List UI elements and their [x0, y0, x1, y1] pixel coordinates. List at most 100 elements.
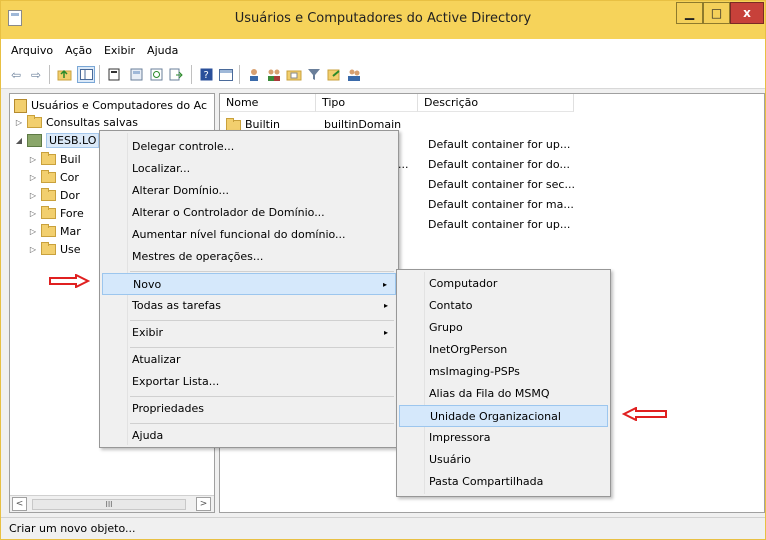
- annotation-arrow-right-icon: [49, 274, 90, 288]
- tree-item-label: Mar: [60, 225, 81, 238]
- submenu-item-computador[interactable]: Computador: [399, 273, 608, 295]
- collapse-icon[interactable]: ◢: [14, 136, 24, 145]
- horizontal-scrollbar[interactable]: < III >: [10, 495, 214, 512]
- menu-item-mestres-operacoes[interactable]: Mestres de operações...: [102, 246, 396, 268]
- tree-item-domain-controllers[interactable]: ▷ Dor: [28, 187, 80, 204]
- minimize-button[interactable]: ▁: [676, 2, 703, 24]
- toolbar-separator: [99, 65, 100, 84]
- console-icon[interactable]: [127, 66, 145, 83]
- tree-item-label: Consultas salvas: [46, 116, 138, 129]
- menu-item-exportar-lista[interactable]: Exportar Lista...: [102, 371, 396, 393]
- scroll-thumb[interactable]: III: [32, 499, 186, 510]
- menu-item-label: Exibir: [132, 326, 164, 339]
- menu-acao[interactable]: Ação: [59, 44, 98, 57]
- annotation-arrow-left-icon: [622, 407, 667, 421]
- window-title: Usuários e Computadores do Active Direct…: [234, 11, 532, 26]
- expand-icon[interactable]: ▷: [28, 227, 38, 236]
- column-header-name[interactable]: Nome: [220, 94, 316, 112]
- find-icon[interactable]: [325, 66, 343, 83]
- context-menu: Delegar controle... Localizar... Alterar…: [99, 130, 399, 448]
- column-header-type[interactable]: Tipo: [316, 94, 418, 112]
- tree-item-label: Use: [60, 243, 81, 256]
- submenu-arrow-icon: ▸: [383, 301, 388, 310]
- expand-icon[interactable]: ▷: [14, 118, 24, 127]
- tree-item-computers[interactable]: ▷ Cor: [28, 169, 79, 186]
- menu-item-exibir[interactable]: Exibir ▸: [102, 322, 396, 344]
- scroll-left-button[interactable]: <: [12, 497, 27, 511]
- menu-item-alterar-dominio[interactable]: Alterar Domínio...: [102, 180, 396, 202]
- expand-icon[interactable]: ▷: [28, 245, 38, 254]
- properties-icon[interactable]: [105, 66, 123, 83]
- submenu-item-msimaging-psps[interactable]: msImaging-PSPs: [399, 361, 608, 383]
- tree-root-label: Usuários e Computadores do Ac: [31, 99, 208, 112]
- expand-icon[interactable]: ▷: [28, 191, 38, 200]
- menu-exibir[interactable]: Exibir: [98, 44, 141, 57]
- tree-item-users[interactable]: ▷ Use: [28, 241, 81, 258]
- scroll-right-button[interactable]: >: [196, 497, 211, 511]
- folder-icon: [41, 152, 56, 165]
- submenu-item-pasta-compartilhada[interactable]: Pasta Compartilhada: [399, 471, 608, 493]
- tree-item-label: Cor: [60, 171, 79, 184]
- menu-separator: [130, 423, 394, 424]
- menu-item-delegar-controle[interactable]: Delegar controle...: [102, 136, 396, 158]
- status-bar: Criar um novo objeto...: [1, 517, 765, 539]
- submenu-item-contato[interactable]: Contato: [399, 295, 608, 317]
- ad-root-icon: [14, 98, 27, 113]
- help-icon[interactable]: ?: [197, 66, 215, 83]
- maximize-button[interactable]: □: [703, 2, 730, 24]
- toolbar-separator: [191, 65, 192, 84]
- expand-icon[interactable]: ▷: [28, 155, 38, 164]
- submenu-item-inetorgperson[interactable]: InetOrgPerson: [399, 339, 608, 361]
- menu-bar: Arquivo Ação Exibir Ajuda: [1, 39, 765, 61]
- menu-arquivo[interactable]: Arquivo: [5, 44, 59, 57]
- expand-icon[interactable]: ▷: [28, 209, 38, 218]
- expand-icon[interactable]: ▷: [28, 173, 38, 182]
- list-item-description: Default container for do...: [428, 158, 570, 171]
- tree-root[interactable]: Usuários e Computadores do Ac: [14, 97, 207, 114]
- tree-item-foreign-security[interactable]: ▷ Fore: [28, 205, 84, 222]
- add-to-group-icon[interactable]: [345, 66, 363, 83]
- console-tree-icon[interactable]: [217, 66, 235, 83]
- menu-item-label: Todas as tarefas: [132, 299, 221, 312]
- filter-icon[interactable]: [305, 66, 323, 83]
- column-header-description[interactable]: Descrição: [418, 94, 574, 112]
- tree-item-label: Buil: [60, 153, 81, 166]
- submenu-item-grupo[interactable]: Grupo: [399, 317, 608, 339]
- folder-up-icon[interactable]: [55, 66, 73, 83]
- folder-icon: [226, 117, 241, 131]
- back-arrow-icon[interactable]: ⇦: [7, 66, 25, 83]
- menu-item-todas-tarefas[interactable]: Todas as tarefas ▸: [102, 295, 396, 317]
- tree-item-saved-queries[interactable]: ▷ Consultas salvas: [14, 114, 138, 131]
- new-ou-icon[interactable]: [285, 66, 303, 83]
- menu-item-alterar-controlador[interactable]: Alterar o Controlador de Domínio...: [102, 202, 396, 224]
- export-icon[interactable]: [167, 66, 185, 83]
- tree-item-managed[interactable]: ▷ Mar: [28, 223, 81, 240]
- refresh-icon[interactable]: [147, 66, 165, 83]
- menu-item-atualizar[interactable]: Atualizar: [102, 349, 396, 371]
- new-group-icon[interactable]: [265, 66, 283, 83]
- title-bar[interactable]: Usuários e Computadores do Active Direct…: [1, 1, 765, 39]
- menu-ajuda[interactable]: Ajuda: [141, 44, 184, 57]
- new-user-icon[interactable]: [245, 66, 263, 83]
- list-item-description: Default container for up...: [428, 218, 571, 231]
- submenu-item-impressora[interactable]: Impressora: [399, 427, 608, 449]
- menu-item-aumentar-nivel[interactable]: Aumentar nível funcional do domínio...: [102, 224, 396, 246]
- folder-icon: [27, 115, 42, 128]
- tree-item-builtin[interactable]: ▷ Buil: [28, 151, 81, 168]
- show-tree-icon[interactable]: [77, 66, 95, 83]
- menu-item-novo[interactable]: Novo ▸: [102, 273, 396, 295]
- close-button[interactable]: x: [730, 2, 764, 24]
- submenu-item-alias-msmq[interactable]: Alias da Fila do MSMQ: [399, 383, 608, 405]
- forward-arrow-icon[interactable]: ⇨: [27, 66, 45, 83]
- menu-item-ajuda[interactable]: Ajuda: [102, 425, 396, 447]
- tree-item-domain[interactable]: ◢ UESB.LO: [14, 132, 100, 149]
- menu-item-localizar[interactable]: Localizar...: [102, 158, 396, 180]
- menu-item-propriedades[interactable]: Propriedades: [102, 398, 396, 420]
- submenu-item-usuario[interactable]: Usuário: [399, 449, 608, 471]
- menu-separator: [130, 320, 394, 321]
- folder-icon: [41, 242, 56, 255]
- list-item-description: Default container for sec...: [428, 178, 575, 191]
- domain-icon: [27, 134, 42, 147]
- ou-folder-icon: [41, 188, 56, 201]
- submenu-item-unidade-organizacional[interactable]: Unidade Organizacional: [399, 405, 608, 427]
